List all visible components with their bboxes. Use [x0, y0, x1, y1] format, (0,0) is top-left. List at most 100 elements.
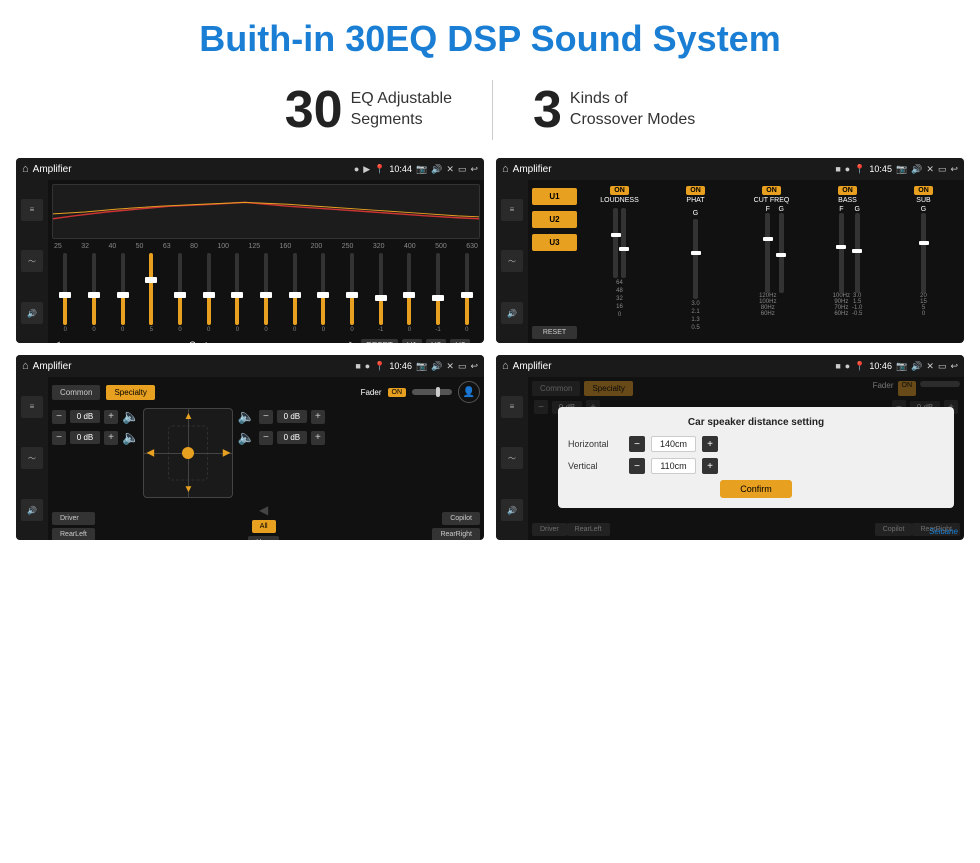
- vol-plus-tr[interactable]: +: [311, 410, 325, 424]
- on-badge-phat[interactable]: ON: [686, 186, 705, 195]
- eq-slider-14[interactable]: -1: [425, 253, 452, 333]
- u3-button[interactable]: U3: [532, 234, 577, 251]
- eq-slider-10[interactable]: 0: [310, 253, 337, 333]
- eq-slider-5[interactable]: 0: [167, 253, 194, 333]
- home-icon[interactable]: ⌂: [22, 163, 29, 175]
- eq-slider-8[interactable]: 0: [253, 253, 280, 333]
- back-icon4[interactable]: ↩: [950, 361, 958, 372]
- down-arrow[interactable]: ▼: [183, 484, 193, 495]
- home-icon4[interactable]: ⌂: [502, 360, 509, 372]
- balance-pad[interactable]: ▲ ▼ ◀ ▶: [143, 408, 233, 498]
- eq-slider-2[interactable]: 0: [81, 253, 108, 333]
- home-icon2[interactable]: ⌂: [502, 163, 509, 175]
- vol-minus-tl[interactable]: −: [52, 410, 66, 424]
- u2-button[interactable]: U2: [532, 211, 577, 228]
- fader-on-toggle4[interactable]: ON: [898, 381, 917, 396]
- home-icon3[interactable]: ⌂: [22, 360, 29, 372]
- close-icon[interactable]: ✕: [446, 164, 454, 175]
- common-tab4[interactable]: Common: [532, 381, 580, 396]
- u1-button[interactable]: U1: [532, 188, 577, 205]
- fader-slider[interactable]: [412, 389, 452, 395]
- on-badge-loudness[interactable]: ON: [610, 186, 629, 195]
- slider-cutfreq-g[interactable]: [779, 213, 784, 293]
- sidebar-eq-btn3[interactable]: ≡: [21, 396, 43, 418]
- on-badge-sub[interactable]: ON: [914, 186, 933, 195]
- nav-left[interactable]: ◀: [259, 503, 268, 517]
- sidebar-eq-btn2[interactable]: ≡: [501, 199, 523, 221]
- fader-on-toggle[interactable]: ON: [388, 388, 407, 397]
- left-arrow[interactable]: ◀: [146, 448, 154, 459]
- eq-slider-7[interactable]: 0: [224, 253, 251, 333]
- vertical-minus[interactable]: −: [629, 458, 645, 474]
- u2-btn[interactable]: U2: [426, 339, 446, 344]
- vol-minus-br[interactable]: −: [259, 431, 273, 445]
- eq-slider-13[interactable]: 0: [396, 253, 423, 333]
- eq-slider-1[interactable]: 0: [52, 253, 79, 333]
- vol-plus-bl[interactable]: +: [104, 431, 118, 445]
- driver-btn4[interactable]: Driver: [532, 523, 567, 536]
- driver-btn3[interactable]: Driver: [52, 512, 95, 525]
- all-btn3[interactable]: All: [252, 520, 276, 533]
- common-tab3[interactable]: Common: [52, 385, 100, 400]
- slider-loudness-2[interactable]: [621, 208, 626, 278]
- sidebar-wave-btn4[interactable]: 〜: [501, 447, 523, 469]
- slider-phat[interactable]: [693, 219, 698, 299]
- copilot-btn4[interactable]: Copilot: [875, 523, 913, 536]
- sidebar-vol-btn2[interactable]: 🔊: [501, 302, 523, 324]
- close-icon4[interactable]: ✕: [926, 361, 934, 372]
- sidebar-eq-btn[interactable]: ≡: [21, 199, 43, 221]
- eq-slider-4[interactable]: 5: [138, 253, 165, 333]
- specialty-tab3[interactable]: Specialty: [106, 385, 154, 400]
- specialty-tab4[interactable]: Specialty: [584, 381, 632, 396]
- eq-slider-9[interactable]: 0: [281, 253, 308, 333]
- vol-plus-tl[interactable]: +: [104, 410, 118, 424]
- rear-left-btn3[interactable]: RearLeft: [52, 528, 95, 541]
- sidebar-vol-btn4[interactable]: 🔊: [501, 499, 523, 521]
- back-icon2[interactable]: ↩: [950, 164, 958, 175]
- rear-right-btn3[interactable]: RearRight: [432, 528, 480, 541]
- next-btn[interactable]: ▶: [349, 340, 357, 344]
- reset-btn2[interactable]: RESET: [532, 326, 577, 339]
- on-badge-bass[interactable]: ON: [838, 186, 857, 195]
- eq-slider-15[interactable]: 0: [453, 253, 480, 333]
- eq-slider-11[interactable]: 0: [339, 253, 366, 333]
- sidebar-eq-btn4[interactable]: ≡: [501, 396, 523, 418]
- slider-cutfreq-f[interactable]: [765, 213, 770, 293]
- horizontal-plus[interactable]: +: [702, 436, 718, 452]
- vol-plus-br[interactable]: +: [311, 431, 325, 445]
- back-icon3[interactable]: ↩: [470, 361, 478, 372]
- slider-bass-g[interactable]: [855, 213, 860, 293]
- eq-slider-6[interactable]: 0: [195, 253, 222, 333]
- slider-bass-f[interactable]: [839, 213, 844, 293]
- window-icon2: ▭: [938, 164, 947, 175]
- back-icon[interactable]: ↩: [470, 164, 478, 175]
- sidebar-vol-btn3[interactable]: 🔊: [21, 499, 43, 521]
- eq-slider-3[interactable]: 0: [109, 253, 136, 333]
- prev-btn[interactable]: ◀: [52, 340, 60, 344]
- vol-value-br: 0 dB: [277, 431, 307, 444]
- expand-btn[interactable]: »: [474, 340, 480, 344]
- u1-btn[interactable]: U1: [402, 339, 422, 344]
- horizontal-minus[interactable]: −: [629, 436, 645, 452]
- sidebar-vol-btn[interactable]: 🔊: [21, 302, 43, 324]
- sidebar-wave-btn2[interactable]: 〜: [501, 250, 523, 272]
- rear-left-btn4[interactable]: RearLeft: [567, 523, 610, 536]
- slider-loudness-1[interactable]: [613, 208, 618, 278]
- close-icon2[interactable]: ✕: [926, 164, 934, 175]
- confirm-button[interactable]: Confirm: [720, 480, 792, 498]
- slider-sub[interactable]: [921, 213, 926, 293]
- vertical-plus[interactable]: +: [702, 458, 718, 474]
- eq-slider-12[interactable]: -1: [367, 253, 394, 333]
- vol-minus-bl[interactable]: −: [52, 431, 66, 445]
- right-arrow[interactable]: ▶: [223, 448, 231, 459]
- sidebar-wave-btn3[interactable]: 〜: [21, 447, 43, 469]
- vol-minus-tr[interactable]: −: [259, 410, 273, 424]
- copilot-btn3[interactable]: Copilot: [442, 512, 480, 525]
- close-icon3[interactable]: ✕: [446, 361, 454, 372]
- on-badge-cutfreq[interactable]: ON: [762, 186, 781, 195]
- reset-btn[interactable]: RESET: [361, 339, 398, 344]
- up-arrow[interactable]: ▲: [183, 411, 193, 422]
- user-btn3[interactable]: User: [248, 536, 279, 540]
- u3-btn[interactable]: U3: [450, 339, 470, 344]
- sidebar-wave-btn[interactable]: 〜: [21, 250, 43, 272]
